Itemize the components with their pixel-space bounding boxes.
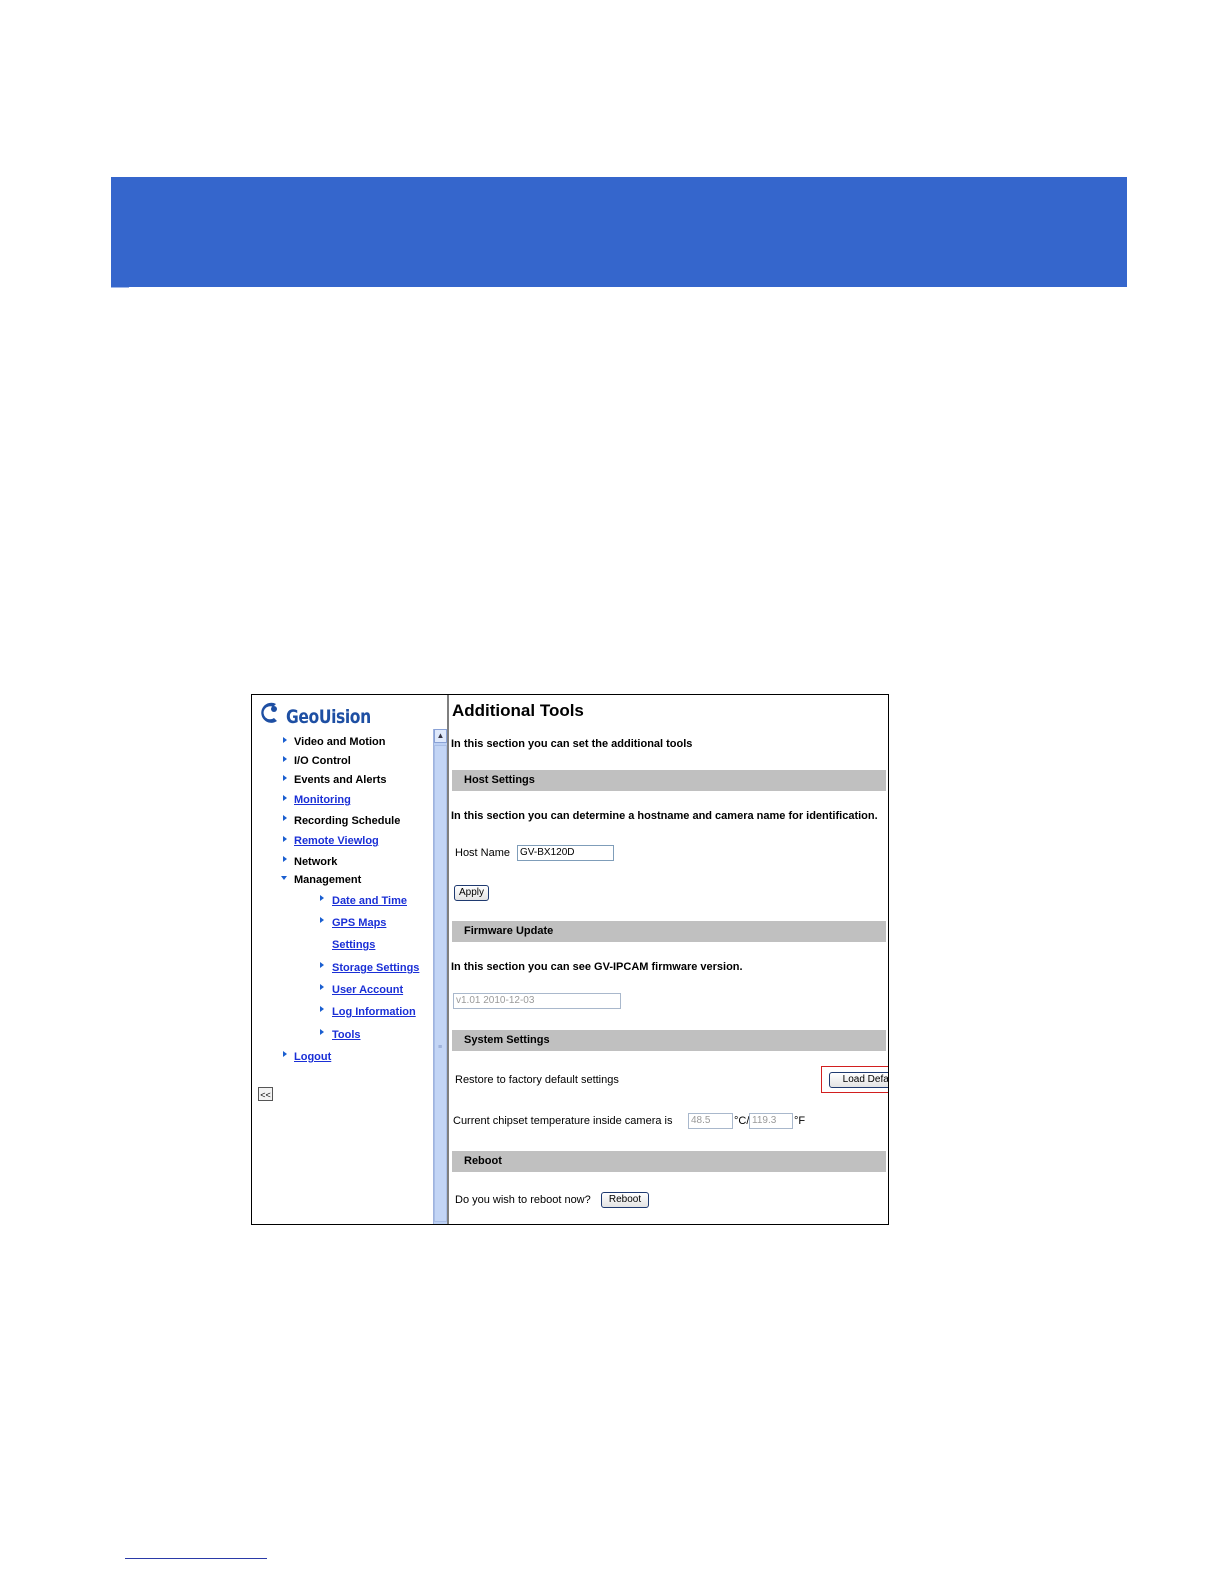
sidebar-scrollbar[interactable]: ▲ ≡ [433,729,447,1224]
sidebar-item-management[interactable]: Management [294,874,361,886]
scroll-thumb[interactable]: ≡ [434,745,447,1222]
firmware-version-field: v1.01 2010-12-03 [453,993,621,1009]
footer-rule [125,1558,267,1559]
load-default-highlight [821,1066,888,1093]
collapse-sidebar-button[interactable]: << [258,1087,273,1101]
banner-underline [111,287,129,288]
page-intro: In this section you can set the addition… [451,738,693,750]
firmware-desc: In this section you can see GV-IPCAM fir… [451,961,743,973]
sidebar-subitem-user-account[interactable]: User Account [332,984,403,996]
host-name-label: Host Name [455,847,511,859]
bullet-icon [283,1051,287,1057]
bullet-icon [283,737,287,743]
logo-swirl-icon [261,702,277,723]
bullet-icon [320,984,324,990]
reboot-button[interactable]: Reboot [601,1192,649,1208]
sidebar-item-monitoring[interactable]: Monitoring [294,794,351,806]
sidebar-subitem-gps-maps-settings[interactable]: Settings [332,939,375,951]
system-settings-header-label: System Settings [464,1034,550,1046]
bullet-icon [320,895,324,901]
sidebar-item-network[interactable]: Network [294,856,337,868]
host-settings-desc: In this section you can determine a host… [451,810,878,822]
fahrenheit-unit: °F [794,1115,806,1127]
bullet-icon [320,962,324,968]
bullet-icon [283,856,287,862]
temperature-celsius-field: 48.5 [688,1113,733,1129]
sidebar-item-recording-schedule[interactable]: Recording Schedule [294,815,400,827]
bullet-icon [283,815,287,821]
bullet-icon [320,1006,324,1012]
bullet-icon [320,917,324,923]
sidebar-item-io-control[interactable]: I/O Control [294,755,351,767]
sidebar-item-logout[interactable]: Logout [294,1051,331,1063]
celsius-unit: °C/ [734,1115,750,1127]
sidebar-subitem-date-and-time[interactable]: Date and Time [332,895,407,907]
sidebar: GeoUision Video and Motion I/O Control E… [252,695,433,1224]
scroll-grip-icon: ≡ [438,1044,443,1051]
restore-default-label: Restore to factory default settings [455,1074,619,1086]
firmware-update-header-label: Firmware Update [464,925,554,937]
bullet-icon [283,756,287,762]
system-settings-header: System Settings [452,1030,886,1051]
chipset-temperature-label: Current chipset temperature inside camer… [453,1115,673,1127]
bullet-icon [283,795,287,801]
apply-button[interactable]: Apply [454,885,489,901]
frame-divider [447,695,449,1224]
reboot-header: Reboot [452,1151,886,1172]
bullet-icon [283,836,287,842]
reboot-question: Do you wish to reboot now? [455,1194,591,1206]
page-banner [111,177,1127,287]
firmware-update-header: Firmware Update [452,921,886,942]
camera-web-ui: GeoUision Video and Motion I/O Control E… [251,694,889,1225]
reboot-header-label: Reboot [464,1155,502,1167]
sidebar-subitem-gps-maps[interactable]: GPS Maps [332,917,386,929]
sidebar-subitem-log-information[interactable]: Log Information [332,1006,416,1018]
logo-text: GeoUision [286,706,371,728]
sidebar-subitem-tools[interactable]: Tools [332,1029,361,1041]
bullet-icon [283,775,287,781]
sidebar-item-video-and-motion[interactable]: Video and Motion [294,736,385,748]
host-name-input[interactable]: GV-BX120D [517,845,614,861]
page-title: Additional Tools [452,701,584,720]
sidebar-item-events-and-alerts[interactable]: Events and Alerts [294,774,387,786]
scroll-up-arrow-icon[interactable]: ▲ [434,729,447,743]
host-settings-header: Host Settings [452,770,886,791]
geovision-logo: GeoUision [259,700,389,728]
temperature-fahrenheit-field: 119.3 [749,1113,793,1129]
expanded-arrow-icon [281,876,287,880]
sidebar-item-remote-viewlog[interactable]: Remote Viewlog [294,835,379,847]
main-content: Additional Tools In this section you can… [450,695,888,1224]
host-settings-header-label: Host Settings [464,774,535,786]
bullet-icon [320,1029,324,1035]
sidebar-subitem-storage-settings[interactable]: Storage Settings [332,962,419,974]
